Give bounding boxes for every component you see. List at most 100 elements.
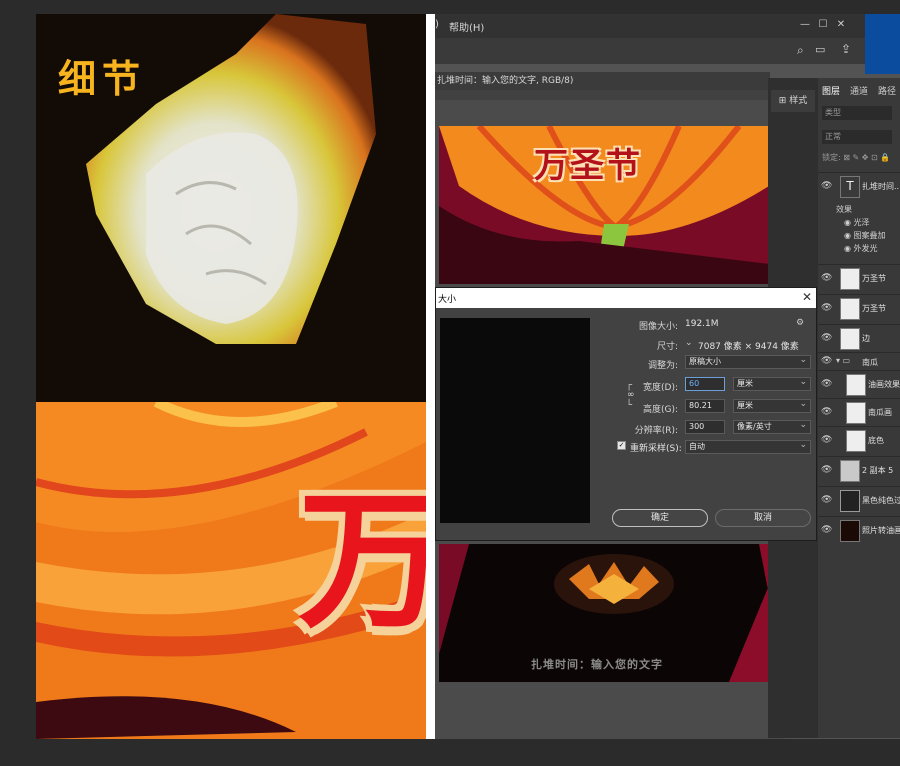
layer-row[interactable]: 👁 照片转油画效果 bbox=[818, 516, 900, 544]
document-tab[interactable]: 扎堆时间：输入您的文字, RGB/8) bbox=[435, 72, 770, 90]
width-label: 宽度(D): bbox=[643, 383, 678, 393]
layer-thumbnail bbox=[840, 328, 860, 350]
canvas-artwork-bottom: 扎堆时间：输入您的文字 bbox=[439, 544, 786, 682]
ok-button[interactable]: 确定 bbox=[612, 509, 708, 527]
cancel-button[interactable]: 取消 bbox=[715, 509, 811, 527]
layer-name: 边 bbox=[862, 334, 870, 343]
workspace-icon[interactable]: ▭ bbox=[815, 43, 825, 56]
height-unit-select[interactable]: 厘米 bbox=[733, 398, 811, 413]
menu-item-previous[interactable]: ) bbox=[435, 19, 439, 30]
visibility-eye-icon[interactable]: 👁 bbox=[821, 495, 832, 505]
layer-thumbnail bbox=[846, 402, 866, 424]
visibility-eye-icon[interactable]: 👁 bbox=[821, 356, 832, 366]
search-icon[interactable]: ⌕ bbox=[797, 43, 804, 58]
effect-item[interactable]: ◉ 图案叠加 bbox=[844, 230, 886, 241]
layer-row[interactable]: 👁 万圣节 bbox=[818, 294, 900, 322]
image-size-label: 图像大小: bbox=[638, 322, 678, 332]
style-icon: ⊞ bbox=[778, 96, 787, 106]
visibility-eye-icon[interactable]: 👁 bbox=[821, 303, 832, 313]
layer-name: 南瓜画 bbox=[868, 408, 892, 417]
layer-row[interactable]: 👁 2 副本 5 bbox=[818, 456, 900, 484]
visibility-eye-icon[interactable]: 👁 bbox=[821, 435, 832, 445]
resolution-unit-select[interactable]: 像素/英寸 bbox=[733, 419, 811, 434]
effect-name: 光泽 bbox=[853, 218, 870, 227]
layer-name: 黑色纯色过滤 bbox=[862, 496, 900, 505]
dimensions-label: 尺寸: bbox=[656, 342, 678, 352]
layer-name: 南瓜 bbox=[862, 358, 878, 367]
visibility-eye-icon[interactable]: 👁 bbox=[821, 379, 832, 389]
big-character-container: 万 bbox=[298, 440, 426, 657]
close-icon[interactable]: ✕ bbox=[802, 290, 812, 304]
style-panel-button[interactable]: ⊞ 样式 bbox=[771, 90, 815, 112]
maximize-icon[interactable]: ☐ bbox=[816, 18, 830, 32]
ruler bbox=[435, 90, 775, 100]
layer-row[interactable]: 👁 边 bbox=[818, 324, 900, 352]
fit-to-label: 调整为: bbox=[647, 361, 678, 371]
height-input[interactable]: 80.21 bbox=[685, 399, 725, 413]
fit-to-select[interactable]: 原稿大小 bbox=[685, 354, 811, 369]
options-bar: ⌕ ▭ ⇪ bbox=[435, 38, 865, 64]
visibility-eye-icon[interactable]: 👁 bbox=[821, 333, 832, 343]
layer-filter-input[interactable]: 类型 bbox=[822, 106, 892, 120]
layer-row[interactable]: 👁 黑色纯色过滤 bbox=[818, 486, 900, 514]
layers-panel: 图层 通道 路径 类型 正常 锁定: ⊠ ✎ ✥ ⊡ 🔒 👁 T 扎堆时间...… bbox=[818, 78, 900, 738]
layer-row[interactable]: 👁 万圣节 bbox=[818, 264, 900, 292]
width-unit-select[interactable]: 厘米 bbox=[733, 376, 811, 391]
resample-select[interactable]: 自动 bbox=[685, 439, 811, 454]
close-icon[interactable]: ✕ bbox=[834, 18, 848, 32]
visibility-eye-icon[interactable]: 👁 bbox=[821, 465, 832, 475]
divider bbox=[426, 14, 435, 739]
visibility-eye-icon[interactable]: 👁 bbox=[821, 181, 832, 191]
lock-label: 锁定: bbox=[822, 153, 841, 162]
minimize-icon[interactable]: — bbox=[798, 18, 812, 32]
layer-thumbnail bbox=[840, 520, 860, 542]
layer-thumbnail bbox=[840, 490, 860, 512]
dialog-titlebar: 大小 ✕ bbox=[436, 288, 816, 308]
layer-row[interactable]: 👁 底色 bbox=[818, 426, 900, 454]
folder-icon[interactable]: ▾ ▭ bbox=[836, 356, 850, 365]
layer-name: 底色 bbox=[868, 436, 884, 445]
effect-item[interactable]: ◉ 光泽 bbox=[844, 217, 870, 228]
artwork-detail-bottom: 万 bbox=[36, 402, 426, 739]
dialog-preview bbox=[440, 318, 590, 523]
tab-layers[interactable]: 图层 bbox=[822, 84, 840, 97]
menu-item-help[interactable]: 帮助(H) bbox=[449, 19, 484, 34]
canvas-footer-text: 扎堆时间：输入您的文字 bbox=[531, 658, 663, 671]
text-layer-icon: T bbox=[840, 176, 860, 198]
layer-group-row[interactable]: 👁 ▾ ▭ 南瓜 bbox=[818, 352, 900, 370]
visibility-eye-icon[interactable]: 👁 bbox=[821, 525, 832, 535]
tab-channels[interactable]: 通道 bbox=[850, 84, 868, 97]
layer-name: 油画效果 bbox=[868, 380, 900, 389]
layer-thumbnail bbox=[840, 268, 860, 290]
layer-row[interactable]: 👁 南瓜画 bbox=[818, 398, 900, 426]
menu-bar: ) 帮助(H) — ☐ ✕ bbox=[435, 14, 900, 38]
height-label: 高度(G): bbox=[642, 405, 678, 415]
dialog-title: 大小 bbox=[438, 295, 457, 305]
big-character: 万 bbox=[298, 473, 426, 649]
layer-thumbnail bbox=[840, 460, 860, 482]
desktop-blue-strip bbox=[865, 14, 900, 74]
share-icon[interactable]: ⇪ bbox=[841, 42, 851, 56]
layer-name: 万圣节 bbox=[862, 274, 886, 283]
resolution-input[interactable]: 300 bbox=[685, 420, 725, 434]
visibility-eye-icon[interactable]: 👁 bbox=[821, 273, 832, 283]
gear-icon[interactable]: ⚙ bbox=[796, 318, 804, 328]
layer-name: 万圣节 bbox=[862, 304, 886, 313]
width-input[interactable]: 60 bbox=[685, 377, 725, 391]
effect-item[interactable]: ◉ 外发光 bbox=[844, 243, 878, 254]
layer-thumbnail bbox=[846, 430, 866, 452]
lock-row: 锁定: ⊠ ✎ ✥ ⊡ 🔒 bbox=[822, 152, 890, 163]
blend-mode-select[interactable]: 正常 bbox=[822, 130, 892, 144]
layer-row[interactable]: 👁 T 扎堆时间... bbox=[818, 172, 900, 200]
resample-label: 重新采样(S): bbox=[630, 444, 682, 454]
chevron-down-icon[interactable]: ⌄ bbox=[685, 338, 693, 348]
image-size-dialog: 大小 ✕ 图像大小: 192.1M ⚙ 尺寸: ⌄ 7087 像素 × 9474… bbox=[435, 287, 817, 541]
resample-checkbox[interactable]: ✓ bbox=[617, 441, 626, 450]
lock-icons[interactable]: ⊠ ✎ ✥ ⊡ 🔒 bbox=[843, 153, 890, 162]
tab-paths[interactable]: 路径 bbox=[878, 84, 896, 97]
effects-label: 效果 bbox=[836, 205, 852, 214]
visibility-eye-icon[interactable]: 👁 bbox=[821, 407, 832, 417]
detail-title: 细节 bbox=[58, 56, 147, 101]
layer-row[interactable]: 👁 油画效果 bbox=[818, 370, 900, 398]
layer-name: 2 副本 5 bbox=[862, 466, 894, 475]
